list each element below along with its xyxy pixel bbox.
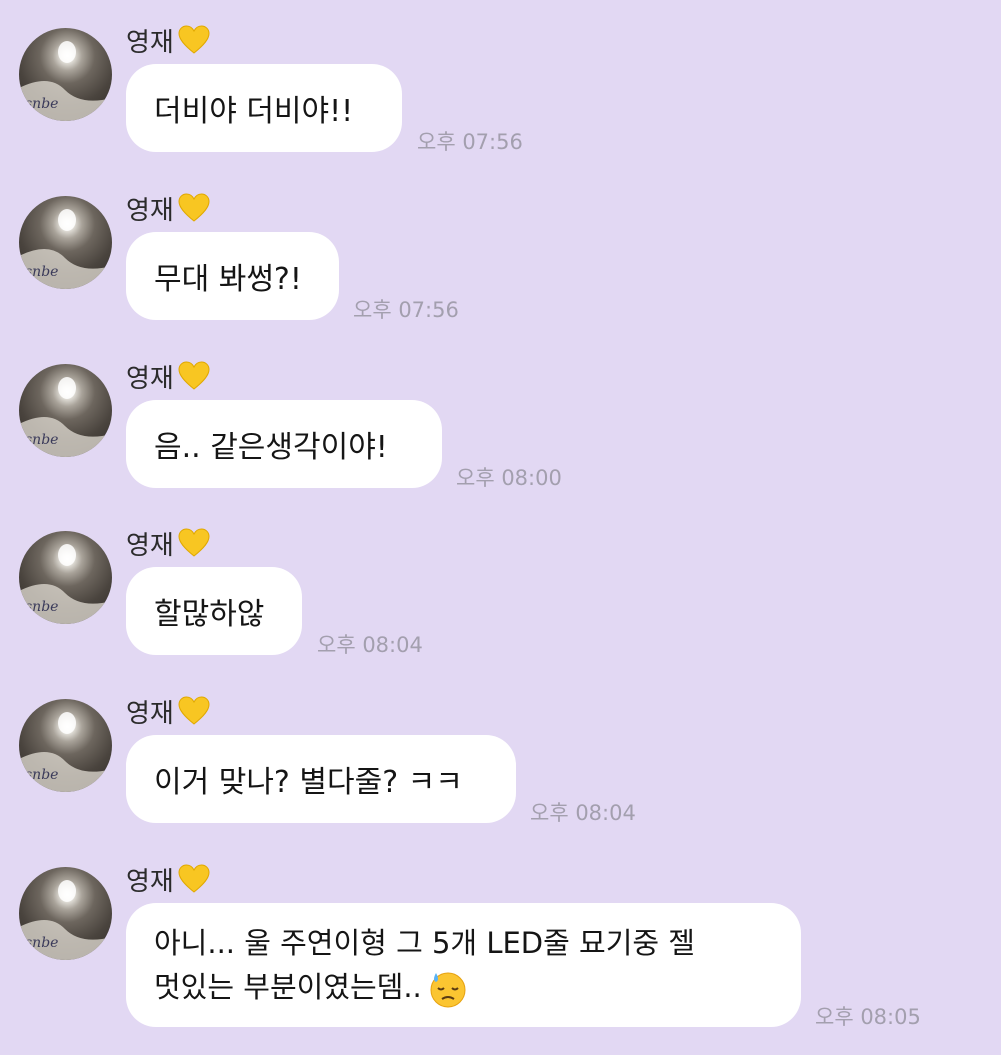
message-bubble[interactable]: 더비야 더비야!! (126, 64, 402, 152)
avatar[interactable]: snbe (19, 867, 112, 960)
yellow-heart-icon (178, 25, 210, 55)
message-time: 오후 08:00 (456, 466, 562, 490)
avatar[interactable]: snbe (19, 699, 112, 792)
sender-name: 영재 (126, 530, 174, 561)
message-bubble[interactable]: 아니... 울 주연이형 그 5개 LED줄 묘기중 젤 멋있는 부분이였는뎀.… (126, 903, 801, 1027)
sender-name: 영재 (126, 363, 174, 394)
message-time: 오후 08:04 (530, 801, 636, 825)
avatar[interactable]: snbe (19, 28, 112, 121)
message-text: 더비야 더비야!! (154, 94, 354, 129)
message-bubble[interactable]: 할많하않 (126, 567, 302, 655)
svg-text:snbe: snbe (25, 96, 58, 112)
message-text-line: 멋있는 부분이였는뎀.. (154, 970, 422, 1004)
message-text-line: 아니... 울 주연이형 그 5개 LED줄 묘기중 젤 (154, 926, 695, 960)
message-text: 음.. 같은생각이야! (154, 430, 388, 465)
sender-name: 영재 (126, 195, 174, 226)
avatar[interactable]: snbe (19, 531, 112, 624)
svg-text:snbe: snbe (25, 432, 58, 448)
chat-message: snbe 영재 할많하않 오후 08:04 (0, 503, 1001, 663)
svg-text:snbe: snbe (25, 767, 58, 783)
yellow-heart-icon (178, 528, 210, 558)
sender-name: 영재 (126, 698, 174, 729)
svg-text:snbe: snbe (25, 599, 58, 615)
svg-text:snbe: snbe (25, 935, 58, 951)
avatar[interactable]: snbe (19, 196, 112, 289)
chat-message: snbe 영재 음.. 같은생각이야! 오후 08:00 (0, 336, 1001, 496)
message-text: 이거 맞나? 별다줄? ㅋㅋ (154, 765, 463, 800)
chat-message: snbe 영재 무대 봐썽?! 오후 07:56 (0, 168, 1001, 328)
avatar[interactable]: snbe (19, 364, 112, 457)
downcast-sweat-face-icon (428, 969, 468, 1009)
message-bubble[interactable]: 음.. 같은생각이야! (126, 400, 442, 488)
sender-name: 영재 (126, 866, 174, 897)
yellow-heart-icon (178, 696, 210, 726)
message-time: 오후 07:56 (417, 130, 523, 154)
message-text: 할많하않 (154, 597, 265, 632)
message-time: 오후 08:05 (815, 1005, 921, 1029)
svg-text:snbe: snbe (25, 264, 58, 280)
message-bubble[interactable]: 무대 봐썽?! (126, 232, 339, 320)
message-time: 오후 08:04 (317, 633, 423, 657)
sender-name: 영재 (126, 27, 174, 58)
yellow-heart-icon (178, 193, 210, 223)
message-time: 오후 07:56 (353, 298, 459, 322)
chat-message: snbe 영재 이거 맞나? 별다줄? ㅋㅋ 오후 08:04 (0, 671, 1001, 831)
message-text: 무대 봐썽?! (154, 262, 302, 297)
chat-message: snbe 영재 더비야 더비야!! 오후 07:56 (0, 0, 1001, 160)
message-bubble[interactable]: 이거 맞나? 별다줄? ㅋㅋ (126, 735, 516, 823)
yellow-heart-icon (178, 864, 210, 894)
chat-message: snbe 영재 아니... 울 주연이형 그 5개 LED줄 묘기중 젤 멋있는… (0, 839, 1001, 1055)
yellow-heart-icon (178, 361, 210, 391)
